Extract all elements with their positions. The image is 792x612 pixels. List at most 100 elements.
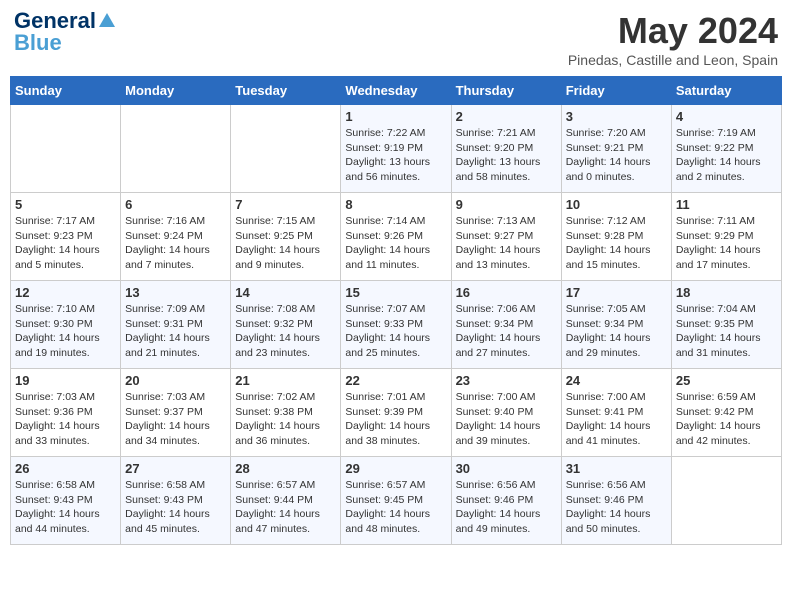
day-detail: Sunset: 9:36 PM bbox=[15, 405, 116, 420]
day-detail: Daylight: 14 hours and 39 minutes. bbox=[456, 419, 557, 448]
day-detail: Daylight: 14 hours and 15 minutes. bbox=[566, 243, 667, 272]
table-row bbox=[121, 105, 231, 193]
day-number: 12 bbox=[15, 285, 116, 300]
day-number: 1 bbox=[345, 109, 446, 124]
table-row bbox=[11, 105, 121, 193]
day-info: Sunrise: 7:11 AMSunset: 9:29 PMDaylight:… bbox=[676, 214, 777, 273]
day-detail: Sunset: 9:20 PM bbox=[456, 141, 557, 156]
col-tuesday: Tuesday bbox=[231, 77, 341, 105]
table-row: 26Sunrise: 6:58 AMSunset: 9:43 PMDayligh… bbox=[11, 457, 121, 545]
day-detail: Sunset: 9:31 PM bbox=[125, 317, 226, 332]
table-row: 7Sunrise: 7:15 AMSunset: 9:25 PMDaylight… bbox=[231, 193, 341, 281]
day-detail: Sunrise: 6:57 AM bbox=[235, 478, 336, 493]
table-row: 12Sunrise: 7:10 AMSunset: 9:30 PMDayligh… bbox=[11, 281, 121, 369]
day-detail: Sunrise: 7:11 AM bbox=[676, 214, 777, 229]
day-number: 13 bbox=[125, 285, 226, 300]
day-detail: Sunrise: 7:01 AM bbox=[345, 390, 446, 405]
table-row: 1Sunrise: 7:22 AMSunset: 9:19 PMDaylight… bbox=[341, 105, 451, 193]
day-info: Sunrise: 7:00 AMSunset: 9:40 PMDaylight:… bbox=[456, 390, 557, 449]
day-info: Sunrise: 6:58 AMSunset: 9:43 PMDaylight:… bbox=[125, 478, 226, 537]
day-detail: Sunset: 9:28 PM bbox=[566, 229, 667, 244]
day-info: Sunrise: 7:05 AMSunset: 9:34 PMDaylight:… bbox=[566, 302, 667, 361]
table-row: 19Sunrise: 7:03 AMSunset: 9:36 PMDayligh… bbox=[11, 369, 121, 457]
day-info: Sunrise: 6:58 AMSunset: 9:43 PMDaylight:… bbox=[15, 478, 116, 537]
day-info: Sunrise: 7:01 AMSunset: 9:39 PMDaylight:… bbox=[345, 390, 446, 449]
day-number: 28 bbox=[235, 461, 336, 476]
day-number: 27 bbox=[125, 461, 226, 476]
day-detail: Sunset: 9:25 PM bbox=[235, 229, 336, 244]
day-info: Sunrise: 7:17 AMSunset: 9:23 PMDaylight:… bbox=[15, 214, 116, 273]
day-detail: Daylight: 14 hours and 29 minutes. bbox=[566, 331, 667, 360]
day-detail: Daylight: 14 hours and 42 minutes. bbox=[676, 419, 777, 448]
day-detail: Daylight: 14 hours and 0 minutes. bbox=[566, 155, 667, 184]
day-detail: Sunset: 9:30 PM bbox=[15, 317, 116, 332]
day-detail: Daylight: 14 hours and 2 minutes. bbox=[676, 155, 777, 184]
day-detail: Daylight: 14 hours and 9 minutes. bbox=[235, 243, 336, 272]
day-detail: Daylight: 13 hours and 58 minutes. bbox=[456, 155, 557, 184]
month-title: May 2024 bbox=[568, 10, 778, 52]
day-number: 5 bbox=[15, 197, 116, 212]
day-number: 15 bbox=[345, 285, 446, 300]
day-info: Sunrise: 7:13 AMSunset: 9:27 PMDaylight:… bbox=[456, 214, 557, 273]
table-row: 11 Sunrise: 7:11 AMSunset: 9:29 PMDayligh… bbox=[671, 193, 781, 281]
day-number: 8 bbox=[345, 197, 446, 212]
table-row: 8Sunrise: 7:14 AMSunset: 9:26 PMDaylight… bbox=[341, 193, 451, 281]
day-detail: Daylight: 14 hours and 50 minutes. bbox=[566, 507, 667, 536]
day-info: Sunrise: 7:09 AMSunset: 9:31 PMDaylight:… bbox=[125, 302, 226, 361]
day-detail: Sunrise: 7:05 AM bbox=[566, 302, 667, 317]
table-row bbox=[671, 457, 781, 545]
day-detail: Sunrise: 7:10 AM bbox=[15, 302, 116, 317]
col-wednesday: Wednesday bbox=[341, 77, 451, 105]
day-detail: Sunrise: 6:58 AM bbox=[15, 478, 116, 493]
table-row: 30Sunrise: 6:56 AMSunset: 9:46 PMDayligh… bbox=[451, 457, 561, 545]
day-detail: Sunrise: 7:03 AM bbox=[15, 390, 116, 405]
day-detail: Sunset: 9:46 PM bbox=[456, 493, 557, 508]
day-info: Sunrise: 7:21 AMSunset: 9:20 PMDaylight:… bbox=[456, 126, 557, 185]
location-title: Pinedas, Castille and Leon, Spain bbox=[568, 52, 778, 68]
table-row: 10Sunrise: 7:12 AMSunset: 9:28 PMDayligh… bbox=[561, 193, 671, 281]
logo-text: General bbox=[14, 10, 96, 32]
day-detail: Sunrise: 7:21 AM bbox=[456, 126, 557, 141]
day-info: Sunrise: 7:03 AMSunset: 9:37 PMDaylight:… bbox=[125, 390, 226, 449]
day-detail: Daylight: 14 hours and 5 minutes. bbox=[15, 243, 116, 272]
day-detail: Sunset: 9:40 PM bbox=[456, 405, 557, 420]
day-number: 4 bbox=[676, 109, 777, 124]
logo: General Blue bbox=[14, 10, 117, 54]
day-info: Sunrise: 6:56 AMSunset: 9:46 PMDaylight:… bbox=[456, 478, 557, 537]
day-detail: Sunset: 9:38 PM bbox=[235, 405, 336, 420]
day-number: 14 bbox=[235, 285, 336, 300]
day-number: 3 bbox=[566, 109, 667, 124]
day-info: Sunrise: 7:12 AMSunset: 9:28 PMDaylight:… bbox=[566, 214, 667, 273]
day-detail: Daylight: 14 hours and 36 minutes. bbox=[235, 419, 336, 448]
calendar-week-row: 19Sunrise: 7:03 AMSunset: 9:36 PMDayligh… bbox=[11, 369, 782, 457]
day-number: 9 bbox=[456, 197, 557, 212]
day-detail: Sunrise: 7:13 AM bbox=[456, 214, 557, 229]
day-detail: Daylight: 14 hours and 34 minutes. bbox=[125, 419, 226, 448]
day-detail: Sunrise: 7:15 AM bbox=[235, 214, 336, 229]
table-row: 13 Sunrise: 7:09 AMSunset: 9:31 PMDayligh… bbox=[121, 281, 231, 369]
day-number: 29 bbox=[345, 461, 446, 476]
day-info: Sunrise: 6:57 AMSunset: 9:44 PMDaylight:… bbox=[235, 478, 336, 537]
day-info: Sunrise: 7:19 AMSunset: 9:22 PMDaylight:… bbox=[676, 126, 777, 185]
day-detail: Daylight: 14 hours and 11 minutes. bbox=[345, 243, 446, 272]
day-info: Sunrise: 6:56 AMSunset: 9:46 PMDaylight:… bbox=[566, 478, 667, 537]
day-number: 25 bbox=[676, 373, 777, 388]
day-info: Sunrise: 7:06 AMSunset: 9:34 PMDaylight:… bbox=[456, 302, 557, 361]
table-row: 24Sunrise: 7:00 AMSunset: 9:41 PMDayligh… bbox=[561, 369, 671, 457]
day-detail: Sunrise: 7:09 AM bbox=[125, 302, 226, 317]
day-detail: Daylight: 14 hours and 49 minutes. bbox=[456, 507, 557, 536]
day-info: Sunrise: 7:07 AMSunset: 9:33 PMDaylight:… bbox=[345, 302, 446, 361]
day-number: 6 bbox=[125, 197, 226, 212]
day-detail: Daylight: 14 hours and 25 minutes. bbox=[345, 331, 446, 360]
day-number: 11 bbox=[676, 197, 777, 212]
table-row: 21Sunrise: 7:02 AMSunset: 9:38 PMDayligh… bbox=[231, 369, 341, 457]
day-detail: Sunset: 9:43 PM bbox=[125, 493, 226, 508]
table-row bbox=[231, 105, 341, 193]
col-sunday: Sunday bbox=[11, 77, 121, 105]
day-detail: Daylight: 14 hours and 31 minutes. bbox=[676, 331, 777, 360]
day-detail: Sunset: 9:41 PM bbox=[566, 405, 667, 420]
table-row: 20Sunrise: 7:03 AMSunset: 9:37 PMDayligh… bbox=[121, 369, 231, 457]
day-info: Sunrise: 7:20 AMSunset: 9:21 PMDaylight:… bbox=[566, 126, 667, 185]
day-detail: Daylight: 14 hours and 27 minutes. bbox=[456, 331, 557, 360]
col-thursday: Thursday bbox=[451, 77, 561, 105]
